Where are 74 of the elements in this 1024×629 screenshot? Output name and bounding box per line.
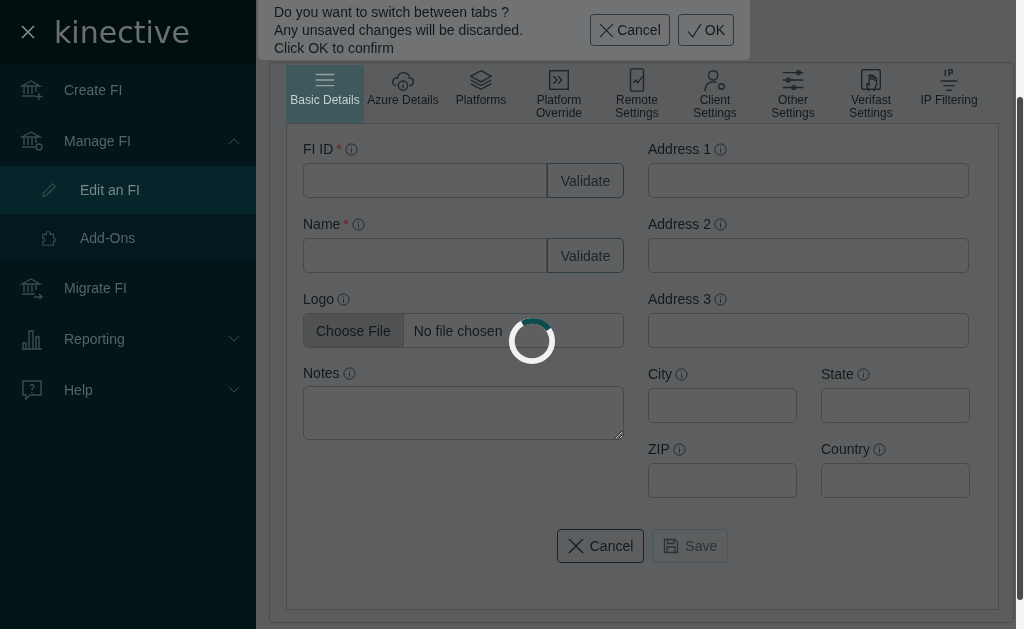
- nav-item[interactable]: Help: [0, 364, 256, 415]
- dialog-text: Any unsaved changes will be discarded.: [274, 21, 525, 39]
- tab[interactable]: Verifast Settings: [832, 65, 910, 123]
- tab[interactable]: Client Settings: [676, 65, 754, 123]
- bank-gear-icon: [20, 128, 44, 153]
- nav-item[interactable]: Manage FI: [0, 115, 256, 166]
- hand-icon: [858, 67, 884, 93]
- arrow-box-icon: [546, 67, 572, 93]
- chevron-icon: [228, 136, 240, 145]
- info-icon[interactable]: [672, 442, 686, 456]
- info-icon[interactable]: [873, 442, 887, 456]
- notes-field[interactable]: [303, 386, 624, 440]
- puzzle-icon: [40, 229, 58, 247]
- info-icon[interactable]: [714, 292, 728, 306]
- nav-item[interactable]: Reporting: [0, 313, 256, 364]
- dialog-text: Click OK to confirm: [274, 39, 395, 57]
- chevron-icon: [228, 385, 240, 394]
- scrollbar[interactable]: [1016, 0, 1024, 629]
- info-icon[interactable]: [714, 142, 728, 156]
- field-label: Address 3: [648, 291, 712, 307]
- field-label: Country: [821, 441, 871, 457]
- field-label: City: [648, 366, 673, 382]
- tab[interactable]: Platforms: [442, 65, 520, 123]
- tab[interactable]: Basic Details: [286, 65, 364, 123]
- nav-item[interactable]: Create FI: [0, 64, 256, 115]
- sliders-icon: [780, 67, 806, 93]
- layers-icon: [468, 67, 494, 93]
- user-gear-icon: [702, 67, 728, 93]
- required-mark: *: [336, 141, 342, 157]
- nav-subitem[interactable]: Add-Ons: [0, 214, 256, 262]
- field-label: FI ID: [303, 141, 334, 157]
- info-icon[interactable]: [337, 292, 351, 306]
- dialog-text: Do you want to switch between tabs ?: [274, 3, 511, 21]
- field-label: Address 1: [648, 141, 712, 157]
- validate-button[interactable]: Validate: [547, 238, 624, 273]
- input-field[interactable]: [303, 163, 547, 198]
- dialog-ok-button[interactable]: OK: [677, 14, 734, 46]
- nav-item[interactable]: Migrate FI: [0, 262, 256, 313]
- choose-file-button[interactable]: Choose File: [304, 314, 404, 347]
- field-label: Address 2: [648, 216, 712, 232]
- info-icon[interactable]: [351, 217, 365, 231]
- field-label: State: [821, 366, 854, 382]
- help-icon: [20, 377, 44, 402]
- field-label: ZIP: [648, 441, 670, 457]
- field-label: Name: [303, 216, 341, 232]
- dialog-cancel-button[interactable]: Cancel: [590, 14, 670, 46]
- chevron-icon: [228, 334, 240, 343]
- input-field[interactable]: [303, 238, 547, 273]
- bank-arrow-icon: [20, 275, 44, 300]
- tab[interactable]: Azure Details: [364, 65, 442, 123]
- bank-plus-icon: [20, 77, 44, 102]
- tab[interactable]: Other Settings: [754, 65, 832, 123]
- kinective-logo: kinective: [54, 14, 190, 50]
- info-icon[interactable]: [342, 366, 356, 380]
- tab[interactable]: Remote Settings: [598, 65, 676, 123]
- file-field[interactable]: Choose File No file chosen: [303, 313, 624, 348]
- required-mark: *: [343, 216, 349, 232]
- info-icon[interactable]: [856, 367, 870, 381]
- tab[interactable]: IP Filtering: [910, 65, 988, 123]
- field-label: Logo: [303, 291, 335, 307]
- tab[interactable]: Platform Override: [520, 65, 598, 123]
- info-icon[interactable]: [714, 217, 728, 231]
- cancel-button[interactable]: Cancel: [556, 529, 645, 563]
- close-icon[interactable]: [20, 24, 36, 40]
- pencil-icon: [40, 181, 58, 199]
- check-icon: [686, 22, 702, 38]
- close-icon: [599, 22, 615, 38]
- field-label: Notes: [303, 365, 340, 381]
- nav-subitem[interactable]: Edit an FI: [0, 166, 256, 214]
- close-icon: [567, 538, 584, 554]
- info-icon[interactable]: [675, 367, 689, 381]
- file-status: No file chosen: [412, 321, 504, 341]
- info-icon[interactable]: [344, 142, 358, 156]
- validate-button[interactable]: Validate: [547, 163, 624, 198]
